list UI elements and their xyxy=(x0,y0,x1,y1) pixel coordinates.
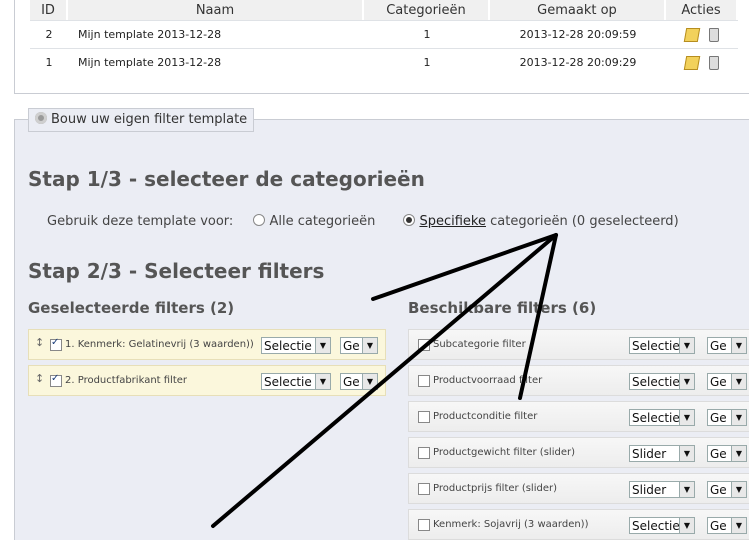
annotation-arrow-lines xyxy=(211,233,558,528)
annotation-arrows xyxy=(211,233,558,528)
